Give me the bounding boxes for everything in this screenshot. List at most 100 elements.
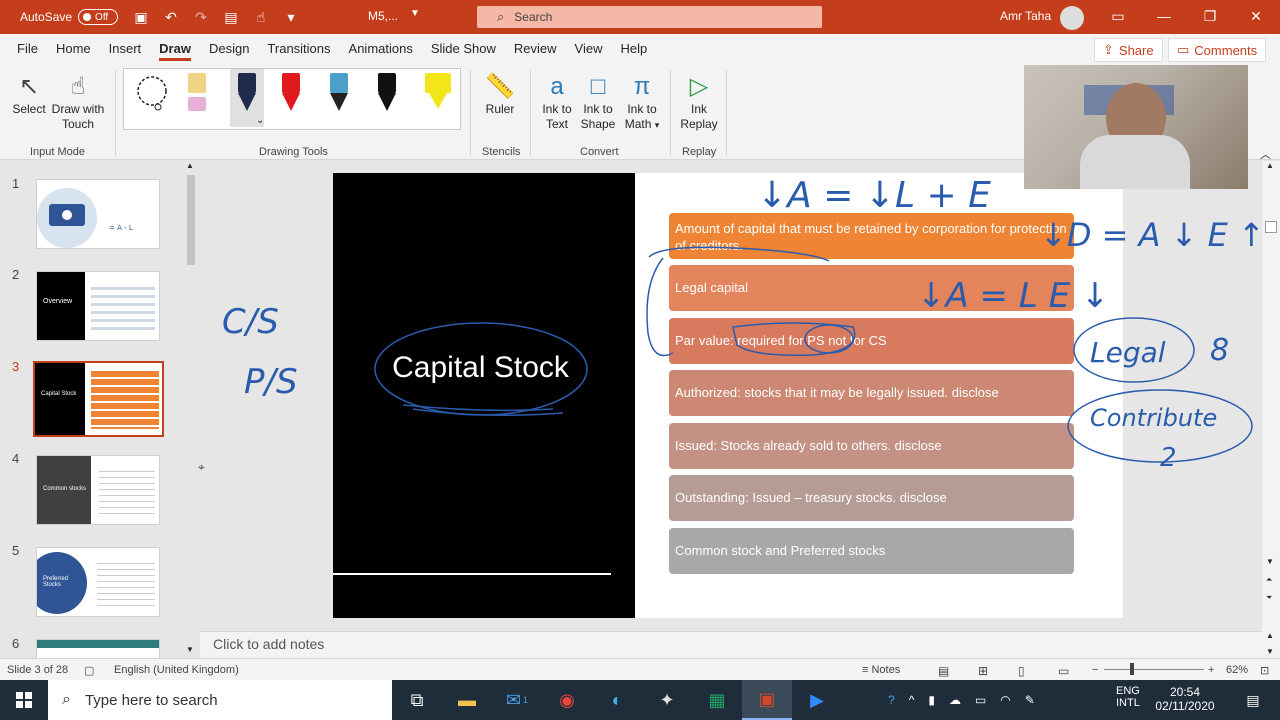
eraser-pen[interactable] bbox=[186, 73, 208, 123]
fit-to-window-icon[interactable]: ⊡ bbox=[1260, 664, 1269, 677]
zoom-out-icon[interactable]: − bbox=[1092, 664, 1098, 676]
microphone-icon[interactable]: ▮ bbox=[928, 693, 935, 707]
slide-scrollbar[interactable]: ▲ ▼ ⏶ ⏷ ▲ ▼ bbox=[1262, 161, 1280, 658]
normal-view-icon[interactable]: ▤ bbox=[938, 664, 949, 678]
tab-slide-show[interactable]: Slide Show bbox=[422, 34, 505, 64]
share-button[interactable]: ⇪ Share bbox=[1094, 38, 1163, 62]
save-icon[interactable]: ▣ bbox=[130, 6, 152, 28]
pen-icon[interactable]: ✎ bbox=[1025, 693, 1035, 707]
next-slide-icon[interactable]: ⏷ bbox=[1266, 593, 1272, 603]
collapse-ribbon-icon[interactable]: ︿ bbox=[1260, 146, 1271, 162]
tab-view[interactable]: View bbox=[566, 34, 612, 64]
tab-review[interactable]: Review bbox=[505, 34, 566, 64]
touch-mode-icon[interactable]: ☝ bbox=[250, 6, 272, 28]
tab-design[interactable]: Design bbox=[200, 34, 258, 64]
undo-icon[interactable]: ↶ bbox=[160, 6, 182, 28]
show-hidden-icons-icon[interactable]: ^ bbox=[909, 693, 915, 707]
ink-replay-button[interactable]: ▷ Ink Replay bbox=[679, 72, 719, 132]
tab-file[interactable]: File bbox=[8, 34, 47, 64]
zoom-app-icon[interactable]: ▶ bbox=[792, 680, 842, 720]
notes-placeholder[interactable]: Click to add notes bbox=[213, 636, 324, 652]
customize-toolbar-icon[interactable]: ▾ bbox=[280, 6, 302, 28]
tab-transitions[interactable]: Transitions bbox=[258, 34, 339, 64]
scroll-up-icon[interactable]: ▲ bbox=[1266, 161, 1274, 170]
tab-animations[interactable]: Animations bbox=[340, 34, 422, 64]
pen-options-chevron-icon[interactable]: ⌄ bbox=[256, 115, 264, 126]
title-dropdown-icon[interactable]: ▼ bbox=[410, 8, 420, 19]
zoom-slider[interactable] bbox=[1104, 669, 1204, 670]
zoom-level[interactable]: 62% bbox=[1226, 664, 1248, 676]
help-icon[interactable]: ? bbox=[888, 693, 895, 707]
tab-home[interactable]: Home bbox=[47, 34, 100, 64]
language-indicator[interactable]: English (United Kingdom) bbox=[114, 664, 239, 676]
wifi-icon[interactable]: ◠ bbox=[1000, 693, 1010, 707]
redo-icon[interactable]: ↷ bbox=[190, 6, 212, 28]
battery-icon[interactable]: ▭ bbox=[975, 693, 986, 707]
slide-thumbnail-6[interactable] bbox=[36, 639, 160, 659]
select-button[interactable]: ↖ Select bbox=[12, 72, 46, 117]
zoom-in-icon[interactable]: + bbox=[1208, 664, 1214, 676]
scroll-thumb[interactable] bbox=[187, 175, 195, 265]
autosave-toggle[interactable]: Off bbox=[78, 9, 119, 25]
current-slide[interactable]: Capital Stock Amount of capital that mus… bbox=[333, 173, 1123, 618]
scroll-thumb[interactable] bbox=[1265, 221, 1277, 233]
notes-pane[interactable]: Click to add notes bbox=[200, 631, 1262, 658]
tab-draw[interactable]: Draw bbox=[150, 34, 200, 64]
comments-button[interactable]: ▭ Comments bbox=[1168, 38, 1267, 62]
ink-to-text-button[interactable]: a Ink to Text bbox=[537, 72, 577, 132]
mail-icon[interactable]: ✉ 1 bbox=[492, 680, 542, 720]
slide-thumbnail-1[interactable]: = A - L bbox=[36, 179, 160, 249]
slide-show-icon[interactable]: ▭ bbox=[1058, 664, 1069, 678]
notes-toggle[interactable]: ≡ Notes bbox=[862, 664, 900, 676]
scroll-up-icon[interactable]: ▲ bbox=[1266, 631, 1274, 640]
document-title[interactable]: M5,... bbox=[368, 9, 398, 23]
search-box[interactable]: ⌕ Search bbox=[477, 6, 822, 28]
ink-to-shape-button[interactable]: □ Ink to Shape bbox=[578, 72, 618, 132]
slide-sorter-icon[interactable]: ⊞ bbox=[978, 664, 988, 678]
task-view-icon[interactable]: ⧉ bbox=[392, 680, 442, 720]
scroll-down-icon[interactable]: ▼ bbox=[1266, 557, 1274, 566]
reading-view-icon[interactable]: ▯ bbox=[1018, 664, 1025, 678]
slide-thumbnail-4[interactable]: Common stocks bbox=[36, 455, 160, 525]
accessibility-icon[interactable]: ▢ bbox=[84, 664, 94, 677]
pen-galaxy[interactable] bbox=[328, 73, 350, 123]
thumbnail-scrollbar[interactable]: ▲ ▼ bbox=[184, 161, 198, 658]
slide-thumbnail-2[interactable]: Overview bbox=[36, 271, 160, 341]
input-language[interactable]: ENG INTL bbox=[1116, 685, 1140, 709]
cloud-icon[interactable]: ☁ bbox=[949, 693, 961, 707]
slide-thumbnail-5[interactable]: Preferred Stocks bbox=[36, 547, 160, 617]
ribbon-display-icon[interactable]: ▭ bbox=[1108, 8, 1128, 25]
scroll-up-icon[interactable]: ▲ bbox=[186, 161, 194, 170]
avatar[interactable] bbox=[1060, 6, 1084, 30]
draw-with-touch-button[interactable]: ☝ Draw with Touch bbox=[50, 72, 106, 132]
user-name[interactable]: Amr Taha bbox=[1000, 9, 1051, 23]
chrome-icon[interactable]: ◉ bbox=[542, 680, 592, 720]
previous-slide-icon[interactable]: ⏶ bbox=[1266, 575, 1272, 585]
powerpoint-icon[interactable]: ▣ bbox=[742, 680, 792, 720]
edge-icon[interactable]: ◐ bbox=[592, 680, 642, 720]
highlighter-yellow[interactable] bbox=[424, 73, 452, 123]
notifications-icon[interactable]: ▤ bbox=[1228, 680, 1278, 720]
restore-icon[interactable]: ❐ bbox=[1200, 8, 1220, 25]
scroll-down-icon[interactable]: ▼ bbox=[1266, 647, 1274, 656]
present-icon[interactable]: ▤ bbox=[220, 6, 242, 28]
minimize-icon[interactable]: — bbox=[1154, 8, 1174, 24]
close-icon[interactable]: ✕ bbox=[1246, 8, 1266, 25]
excel-icon[interactable]: ▦ bbox=[692, 680, 742, 720]
app-icon[interactable]: ✦ bbox=[642, 680, 692, 720]
ink-to-math-button[interactable]: π Ink to Math ▾ bbox=[620, 72, 664, 133]
clock[interactable]: 20:54 02/11/2020 bbox=[1150, 685, 1220, 713]
tab-insert[interactable]: Insert bbox=[100, 34, 151, 64]
windows-start-icon[interactable] bbox=[0, 680, 48, 720]
lasso-select-icon[interactable] bbox=[132, 73, 172, 123]
taskbar-search-box[interactable]: ⌕ Type here to search bbox=[48, 680, 392, 720]
slide-thumbnail-3[interactable]: Capital Stock bbox=[33, 361, 164, 437]
ruler-button[interactable]: 📏 Ruler bbox=[482, 72, 518, 117]
zoom-slider-thumb[interactable] bbox=[1130, 663, 1134, 675]
scroll-down-icon[interactable]: ▼ bbox=[186, 645, 194, 654]
pen-red[interactable] bbox=[280, 73, 302, 123]
pen-black[interactable] bbox=[376, 73, 398, 123]
thumbnail-number: 2 bbox=[12, 267, 20, 282]
file-explorer-icon[interactable]: ▬ bbox=[442, 680, 492, 720]
tab-help[interactable]: Help bbox=[611, 34, 656, 64]
